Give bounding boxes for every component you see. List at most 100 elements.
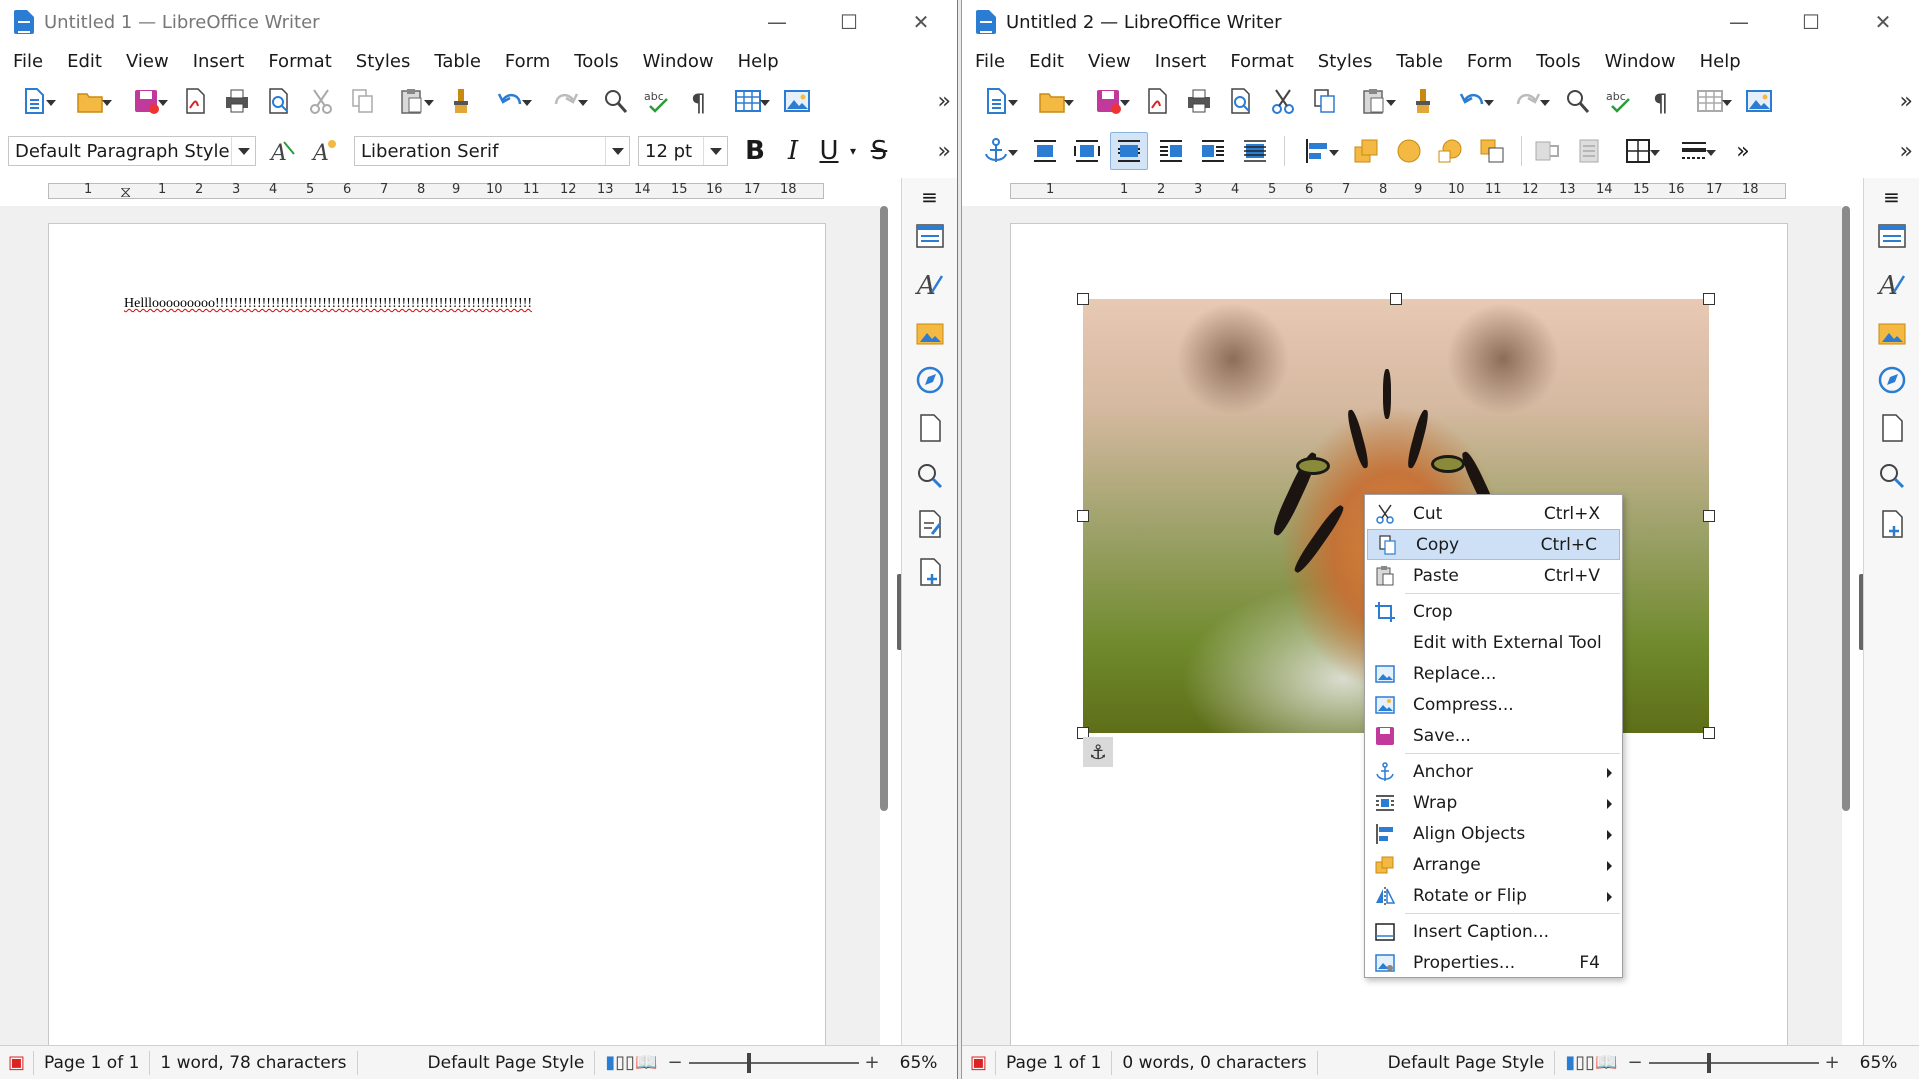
menu-item-arrange[interactable]: Arrange [1365, 849, 1622, 880]
underline-dropdown-icon[interactable]: ▾ [846, 132, 860, 170]
update-style-button[interactable]: A [264, 132, 302, 170]
menu-item-align-objects[interactable]: Align Objects [1365, 818, 1622, 849]
paste-button[interactable] [386, 82, 438, 120]
font-name-combo[interactable]: Liberation Serif [354, 136, 630, 166]
link-frames-button[interactable] [1528, 132, 1566, 170]
insert-image-button[interactable] [778, 82, 816, 120]
menu-edit[interactable]: Edit [67, 51, 102, 72]
document-modified-icon[interactable]: ▣ [962, 1050, 997, 1075]
menu-view[interactable]: View [126, 51, 169, 72]
clone-formatting-button[interactable] [1404, 82, 1442, 120]
zoom-level[interactable]: 65% [890, 1051, 948, 1075]
zoom-slider-knob[interactable] [746, 1052, 751, 1073]
document-text[interactable]: Helllooooooooo!!!!!!!!!!!!!!!!!!!!!!!!!!… [124, 296, 532, 312]
chevron-down-icon[interactable] [231, 137, 255, 165]
export-pdf-button[interactable] [176, 82, 214, 120]
menu-form[interactable]: Form [505, 51, 550, 72]
menu-item-cut[interactable]: Cut Ctrl+X [1365, 498, 1622, 529]
zoom-slider[interactable] [1648, 1052, 1819, 1073]
gallery-icon[interactable] [910, 312, 950, 352]
scrollbar-thumb[interactable] [1842, 206, 1850, 811]
underline-button[interactable]: U [812, 132, 846, 170]
menu-tools[interactable]: Tools [574, 51, 618, 72]
page-icon[interactable] [910, 408, 950, 448]
find-replace-button[interactable] [1558, 82, 1596, 120]
zoom-level[interactable]: 65% [1850, 1051, 1908, 1075]
bring-to-front-button[interactable] [1347, 132, 1385, 170]
redo-button[interactable] [1502, 82, 1554, 120]
copy-button[interactable] [344, 82, 382, 120]
vertical-scrollbar[interactable] [878, 206, 890, 1046]
chevron-down-icon[interactable] [605, 137, 629, 165]
align-objects-button[interactable] [1291, 132, 1343, 170]
menu-styles[interactable]: Styles [356, 51, 411, 72]
properties-icon[interactable] [910, 216, 950, 256]
menu-item-wrap[interactable]: Wrap [1365, 787, 1622, 818]
menu-format[interactable]: Format [1230, 51, 1293, 72]
navigator-icon[interactable] [1872, 360, 1912, 400]
resize-handle[interactable] [1703, 727, 1715, 739]
backward-one-button[interactable] [1431, 132, 1469, 170]
open-button[interactable] [1026, 82, 1078, 120]
open-button[interactable] [64, 82, 116, 120]
spelling-button[interactable]: abc [638, 82, 676, 120]
borders-button[interactable] [1612, 132, 1664, 170]
page-style[interactable]: Default Page Style [1318, 1050, 1556, 1075]
document-area[interactable]: Helllooooooooo!!!!!!!!!!!!!!!!!!!!!!!!!!… [0, 206, 880, 1046]
close-button[interactable]: ✕ [885, 0, 957, 44]
menu-edit[interactable]: Edit [1029, 51, 1064, 72]
menu-item-properties[interactable]: Properties... F4 [1365, 947, 1622, 978]
toolbar-overflow-icon[interactable]: » [938, 89, 951, 114]
new-style-button[interactable]: A [306, 132, 344, 170]
close-button[interactable]: ✕ [1847, 0, 1919, 44]
wrap-through-button[interactable] [1236, 132, 1274, 170]
zoom-in-icon[interactable]: + [865, 1052, 880, 1073]
manage-changes-icon[interactable] [910, 504, 950, 544]
page-count[interactable]: Page 1 of 1 [996, 1050, 1113, 1075]
clone-formatting-button[interactable] [442, 82, 480, 120]
menu-insert[interactable]: Insert [193, 51, 245, 72]
design-icon[interactable] [1872, 504, 1912, 544]
page-count[interactable]: Page 1 of 1 [34, 1050, 151, 1075]
overflow-chevron[interactable]: » [1724, 132, 1762, 170]
menu-styles[interactable]: Styles [1318, 51, 1373, 72]
menu-table[interactable]: Table [434, 51, 481, 72]
cut-button[interactable] [1264, 82, 1302, 120]
forward-one-button[interactable] [1389, 132, 1427, 170]
border-style-button[interactable] [1668, 132, 1720, 170]
view-layout-icon[interactable]: ▮ ▯▯ 📖 [1555, 1051, 1627, 1075]
save-button[interactable] [1082, 82, 1134, 120]
zoom-slider[interactable] [688, 1052, 859, 1073]
copy-button[interactable] [1306, 82, 1344, 120]
zoom-slider-knob[interactable] [1706, 1052, 1711, 1073]
new-document-button[interactable] [970, 82, 1022, 120]
menu-view[interactable]: View [1088, 51, 1131, 72]
undo-button[interactable] [1446, 82, 1498, 120]
menu-item-crop[interactable]: Crop [1365, 596, 1622, 627]
design-icon[interactable] [910, 552, 950, 592]
find-replace-button[interactable] [596, 82, 634, 120]
unlink-frames-button[interactable] [1570, 132, 1608, 170]
style-inspector-icon[interactable] [910, 456, 950, 496]
menu-item-rotate-flip[interactable]: Rotate or Flip [1365, 880, 1622, 911]
print-preview-button[interactable] [1222, 82, 1260, 120]
cut-button[interactable] [302, 82, 340, 120]
save-button[interactable] [120, 82, 172, 120]
zoom-out-icon[interactable]: − [667, 1052, 682, 1073]
zoom-out-icon[interactable]: − [1627, 1052, 1642, 1073]
sidebar-menu-icon[interactable]: ≡ [910, 185, 950, 209]
page-icon[interactable] [1872, 408, 1912, 448]
wrap-left-button[interactable] [1152, 132, 1190, 170]
word-count[interactable]: 1 word, 78 characters [150, 1050, 358, 1075]
wrap-off-button[interactable] [1026, 132, 1064, 170]
menu-item-edit-external[interactable]: Edit with External Tool [1365, 627, 1622, 658]
menu-help[interactable]: Help [1700, 51, 1741, 72]
menu-item-insert-caption[interactable]: Insert Caption... [1365, 916, 1622, 947]
wrap-right-button[interactable] [1194, 132, 1232, 170]
menu-item-replace[interactable]: Replace... [1365, 658, 1622, 689]
bold-button[interactable]: B [736, 132, 774, 170]
gallery-icon[interactable] [1872, 312, 1912, 352]
sidebar-menu-icon[interactable]: ≡ [1872, 185, 1912, 209]
menu-window[interactable]: Window [1605, 51, 1676, 72]
page-style[interactable]: Default Page Style [358, 1050, 596, 1075]
